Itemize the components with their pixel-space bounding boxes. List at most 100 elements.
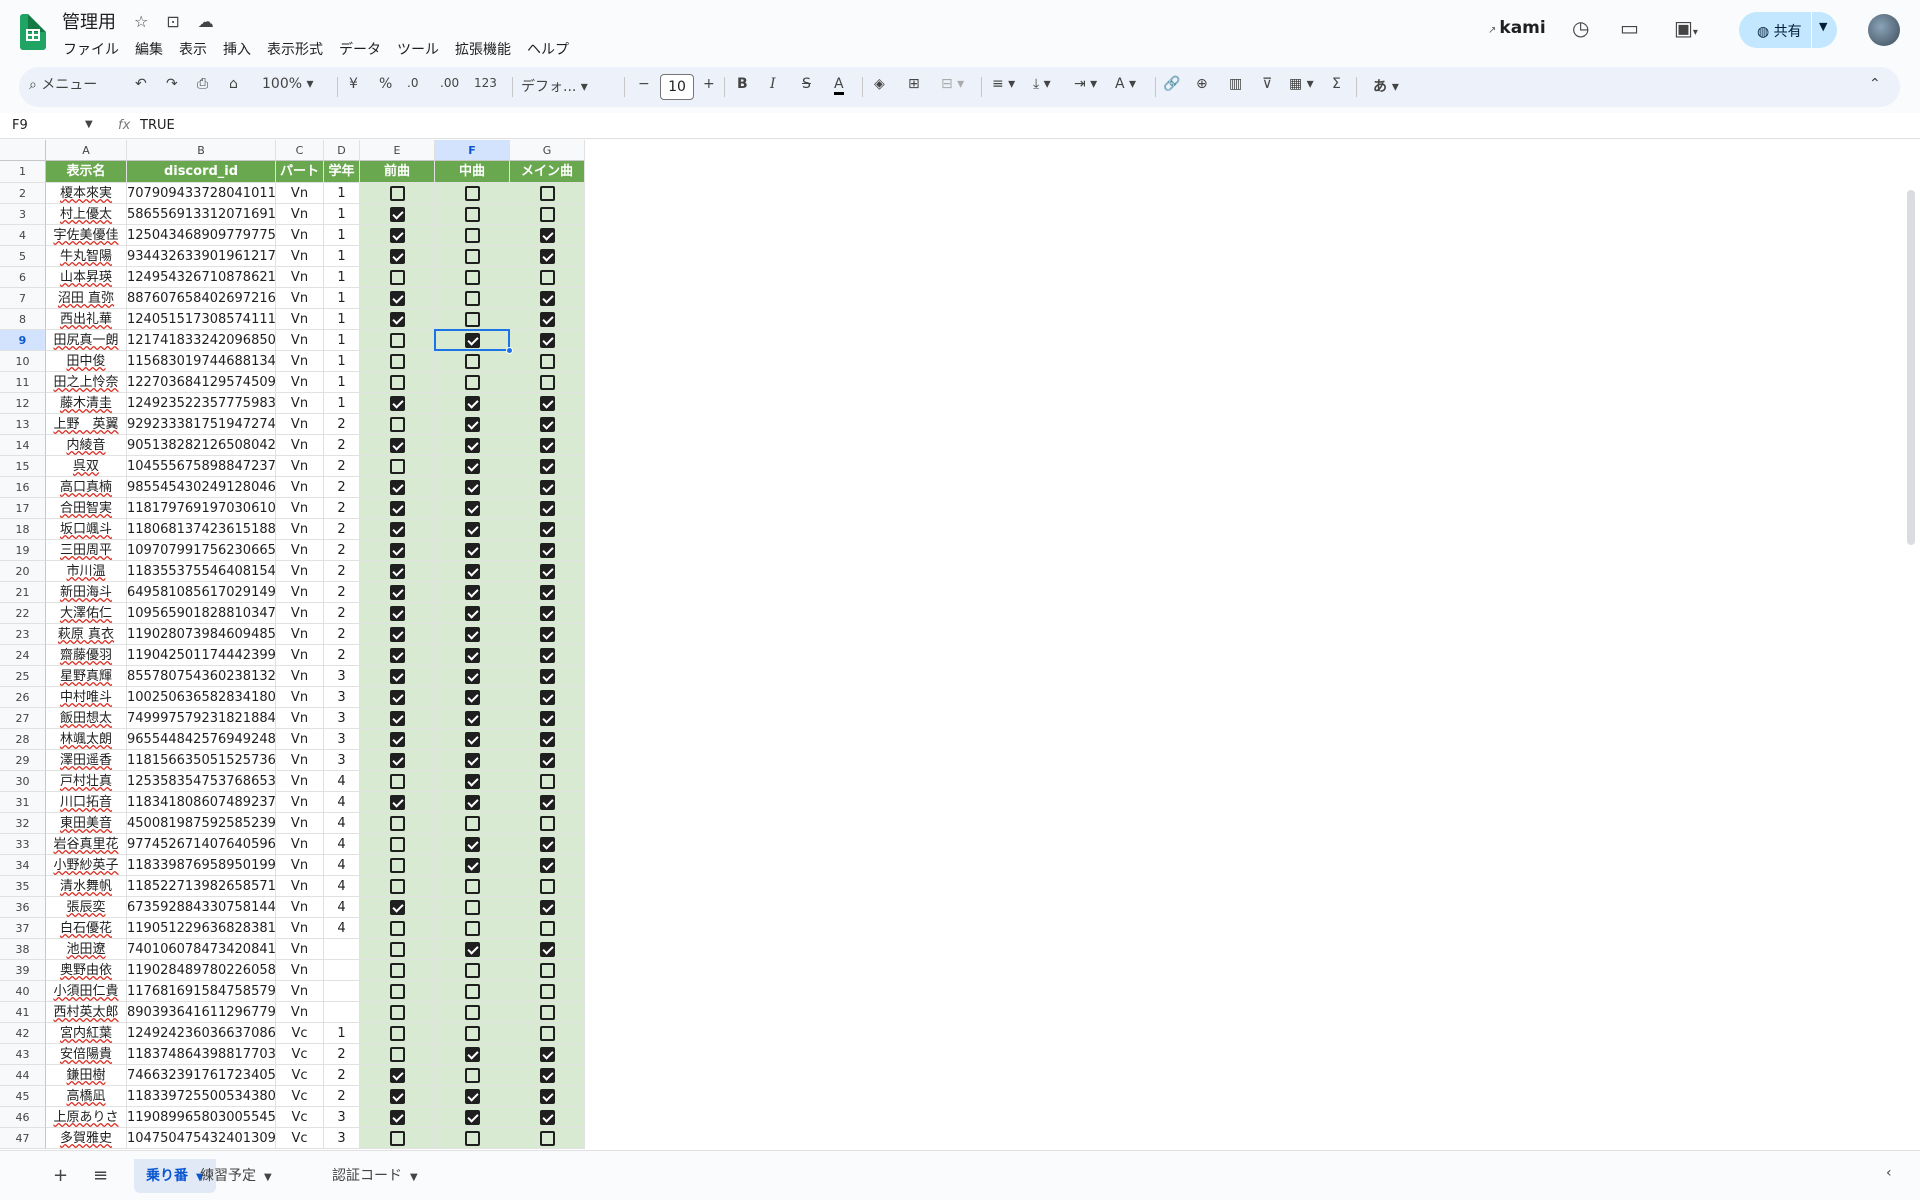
vertical-scrollbar[interactable] — [1907, 190, 1915, 545]
checkbox-cell[interactable] — [360, 1086, 435, 1107]
checkbox-cell[interactable] — [510, 855, 585, 876]
checkbox-cell[interactable] — [510, 477, 585, 498]
discord-id-cell[interactable]: 887607658402697216 — [127, 288, 276, 309]
row-header[interactable]: 1 — [0, 161, 46, 183]
functions-icon[interactable]: Σ — [1332, 76, 1341, 92]
checkbox[interactable] — [465, 627, 480, 642]
menu-help[interactable]: ヘルプ — [519, 37, 577, 61]
checkbox-cell[interactable] — [435, 1044, 510, 1065]
row-header[interactable]: 24 — [0, 645, 46, 666]
discord-id-cell[interactable]: 1217418332420968500 — [127, 330, 276, 351]
part-cell[interactable]: Vc — [276, 1044, 324, 1065]
row-header[interactable]: 7 — [0, 288, 46, 309]
discord-id-cell[interactable]: 985545430249128046 — [127, 477, 276, 498]
display-name-cell[interactable]: 小野紗英子 — [46, 855, 127, 876]
font-select[interactable]: デフォ... ▾ — [521, 76, 588, 96]
checkbox-cell[interactable] — [360, 855, 435, 876]
checkbox-cell[interactable] — [435, 456, 510, 477]
grade-cell[interactable]: 2 — [324, 540, 360, 561]
grade-cell[interactable]: 4 — [324, 792, 360, 813]
checkbox[interactable] — [465, 1131, 480, 1146]
row-header[interactable]: 16 — [0, 477, 46, 498]
row-header[interactable]: 30 — [0, 771, 46, 792]
display-name-cell[interactable]: 小須田仁貴 — [46, 981, 127, 1002]
display-name-cell[interactable]: 高口真楠 — [46, 477, 127, 498]
checkbox[interactable] — [390, 312, 405, 327]
header-cell[interactable]: 前曲 — [360, 161, 435, 183]
checkbox-cell[interactable] — [510, 603, 585, 624]
column-header[interactable]: D — [324, 140, 360, 161]
checkbox[interactable] — [540, 186, 555, 201]
checkbox[interactable] — [465, 648, 480, 663]
checkbox[interactable] — [540, 711, 555, 726]
checkbox-cell[interactable] — [510, 330, 585, 351]
row-header[interactable]: 8 — [0, 309, 46, 330]
row-header[interactable]: 44 — [0, 1065, 46, 1086]
grade-cell[interactable]: 3 — [324, 1107, 360, 1128]
row-header[interactable]: 36 — [0, 897, 46, 918]
part-cell[interactable]: Vn — [276, 393, 324, 414]
checkbox-cell[interactable] — [435, 729, 510, 750]
checkbox[interactable] — [390, 228, 405, 243]
row-header[interactable]: 11 — [0, 372, 46, 393]
checkbox-cell[interactable] — [435, 582, 510, 603]
checkbox[interactable] — [390, 438, 405, 453]
row-header[interactable]: 42 — [0, 1023, 46, 1044]
checkbox-cell[interactable] — [510, 372, 585, 393]
row-header[interactable]: 34 — [0, 855, 46, 876]
checkbox[interactable] — [390, 522, 405, 537]
part-cell[interactable]: Vn — [276, 603, 324, 624]
checkbox[interactable] — [465, 1026, 480, 1041]
display-name-cell[interactable]: 上原ありさ — [46, 1107, 127, 1128]
checkbox-cell[interactable] — [360, 666, 435, 687]
checkbox-cell[interactable] — [435, 897, 510, 918]
checkbox-cell[interactable] — [510, 246, 585, 267]
checkbox[interactable] — [540, 1110, 555, 1125]
grade-cell[interactable]: 4 — [324, 771, 360, 792]
checkbox-cell[interactable] — [360, 897, 435, 918]
discord-id-cell[interactable]: 1249235223577759836 — [127, 393, 276, 414]
checkbox-cell[interactable] — [510, 1065, 585, 1086]
checkbox[interactable] — [390, 1110, 405, 1125]
part-cell[interactable]: Vn — [276, 540, 324, 561]
version-history-icon[interactable]: ◷ — [1572, 16, 1589, 40]
checkbox[interactable] — [390, 963, 405, 978]
checkbox-cell[interactable] — [435, 498, 510, 519]
checkbox[interactable] — [540, 354, 555, 369]
checkbox-cell[interactable] — [510, 1023, 585, 1044]
collapse-toolbar-icon[interactable]: ⌃ — [1869, 76, 1881, 92]
part-cell[interactable]: Vn — [276, 288, 324, 309]
checkbox-cell[interactable] — [510, 225, 585, 246]
discord-id-cell[interactable]: 1190512296368283818 — [127, 918, 276, 939]
part-cell[interactable]: Vn — [276, 750, 324, 771]
checkbox-cell[interactable] — [360, 960, 435, 981]
discord-id-cell[interactable]: 977452671407640596 — [127, 834, 276, 855]
filter-icon[interactable]: ⊽ — [1262, 76, 1272, 92]
checkbox-cell[interactable] — [510, 204, 585, 225]
checkbox[interactable] — [465, 942, 480, 957]
checkbox-cell[interactable] — [435, 309, 510, 330]
meet-video-icon[interactable]: ▣▾ — [1674, 16, 1698, 40]
checkbox-cell[interactable] — [435, 1023, 510, 1044]
checkbox[interactable] — [465, 438, 480, 453]
menu-tools[interactable]: ツール — [389, 37, 447, 61]
grade-cell[interactable]: 4 — [324, 855, 360, 876]
checkbox[interactable] — [540, 396, 555, 411]
checkbox[interactable] — [390, 270, 405, 285]
column-header[interactable]: E — [360, 140, 435, 161]
discord-id-cell[interactable]: 649581085617029149 — [127, 582, 276, 603]
row-header[interactable]: 28 — [0, 729, 46, 750]
display-name-cell[interactable]: 星野真輝 — [46, 666, 127, 687]
font-size-input[interactable]: 10 — [660, 74, 694, 100]
checkbox[interactable] — [540, 1068, 555, 1083]
checkbox[interactable] — [540, 522, 555, 537]
checkbox-cell[interactable] — [435, 918, 510, 939]
checkbox[interactable] — [465, 312, 480, 327]
display-name-cell[interactable]: 林颯太朗 — [46, 729, 127, 750]
grade-cell[interactable]: 2 — [324, 645, 360, 666]
discord-id-cell[interactable]: 1250434689097797750 — [127, 225, 276, 246]
display-name-cell[interactable]: 萩原 真衣 — [46, 624, 127, 645]
row-header[interactable]: 32 — [0, 813, 46, 834]
checkbox[interactable] — [390, 459, 405, 474]
row-header[interactable]: 37 — [0, 918, 46, 939]
